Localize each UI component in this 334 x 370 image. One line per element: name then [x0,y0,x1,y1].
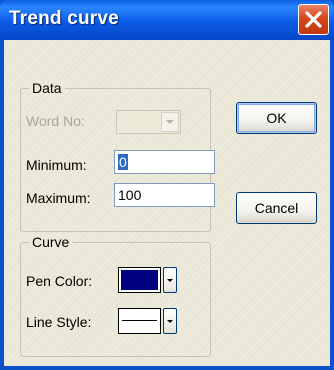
cancel-button[interactable]: Cancel [236,192,317,224]
curve-group-title: Curve [29,234,73,250]
word-no-dropdown-button [161,112,179,132]
word-no-combo [116,110,181,134]
dialog-window: Trend curve Data Word No: Minimum: 0 Max… [0,0,334,370]
minimum-value: 0 [118,154,128,170]
line-style-sample [122,320,157,321]
line-style-label: Line Style: [26,314,92,330]
maximum-input[interactable]: 100 [114,183,215,207]
curve-groupbox: Curve [20,234,211,357]
window-title: Trend curve [9,8,119,29]
maximum-label: Maximum: [26,190,91,206]
pen-color-label: Pen Color: [26,273,93,289]
line-style-swatch[interactable] [118,308,161,334]
close-icon [299,5,328,34]
title-bar[interactable]: Trend curve [0,0,334,40]
pen-color-dropdown-button[interactable] [163,267,177,293]
minimum-label: Minimum: [26,157,87,173]
maximum-value: 100 [118,187,142,203]
close-button[interactable] [298,4,329,35]
pen-color-fill [121,270,158,290]
data-group-title: Data [29,80,65,96]
word-no-label: Word No: [26,113,85,129]
chevron-down-icon [164,268,176,292]
pen-color-swatch[interactable] [118,267,161,293]
ok-button[interactable]: OK [236,102,317,134]
minimum-input[interactable]: 0 [114,150,215,174]
chevron-down-icon [162,113,178,131]
dialog-body: Data Word No: Minimum: 0 Maximum: 100 Cu… [4,40,330,366]
line-style-dropdown-button[interactable] [163,308,177,334]
chevron-down-icon [164,309,176,333]
